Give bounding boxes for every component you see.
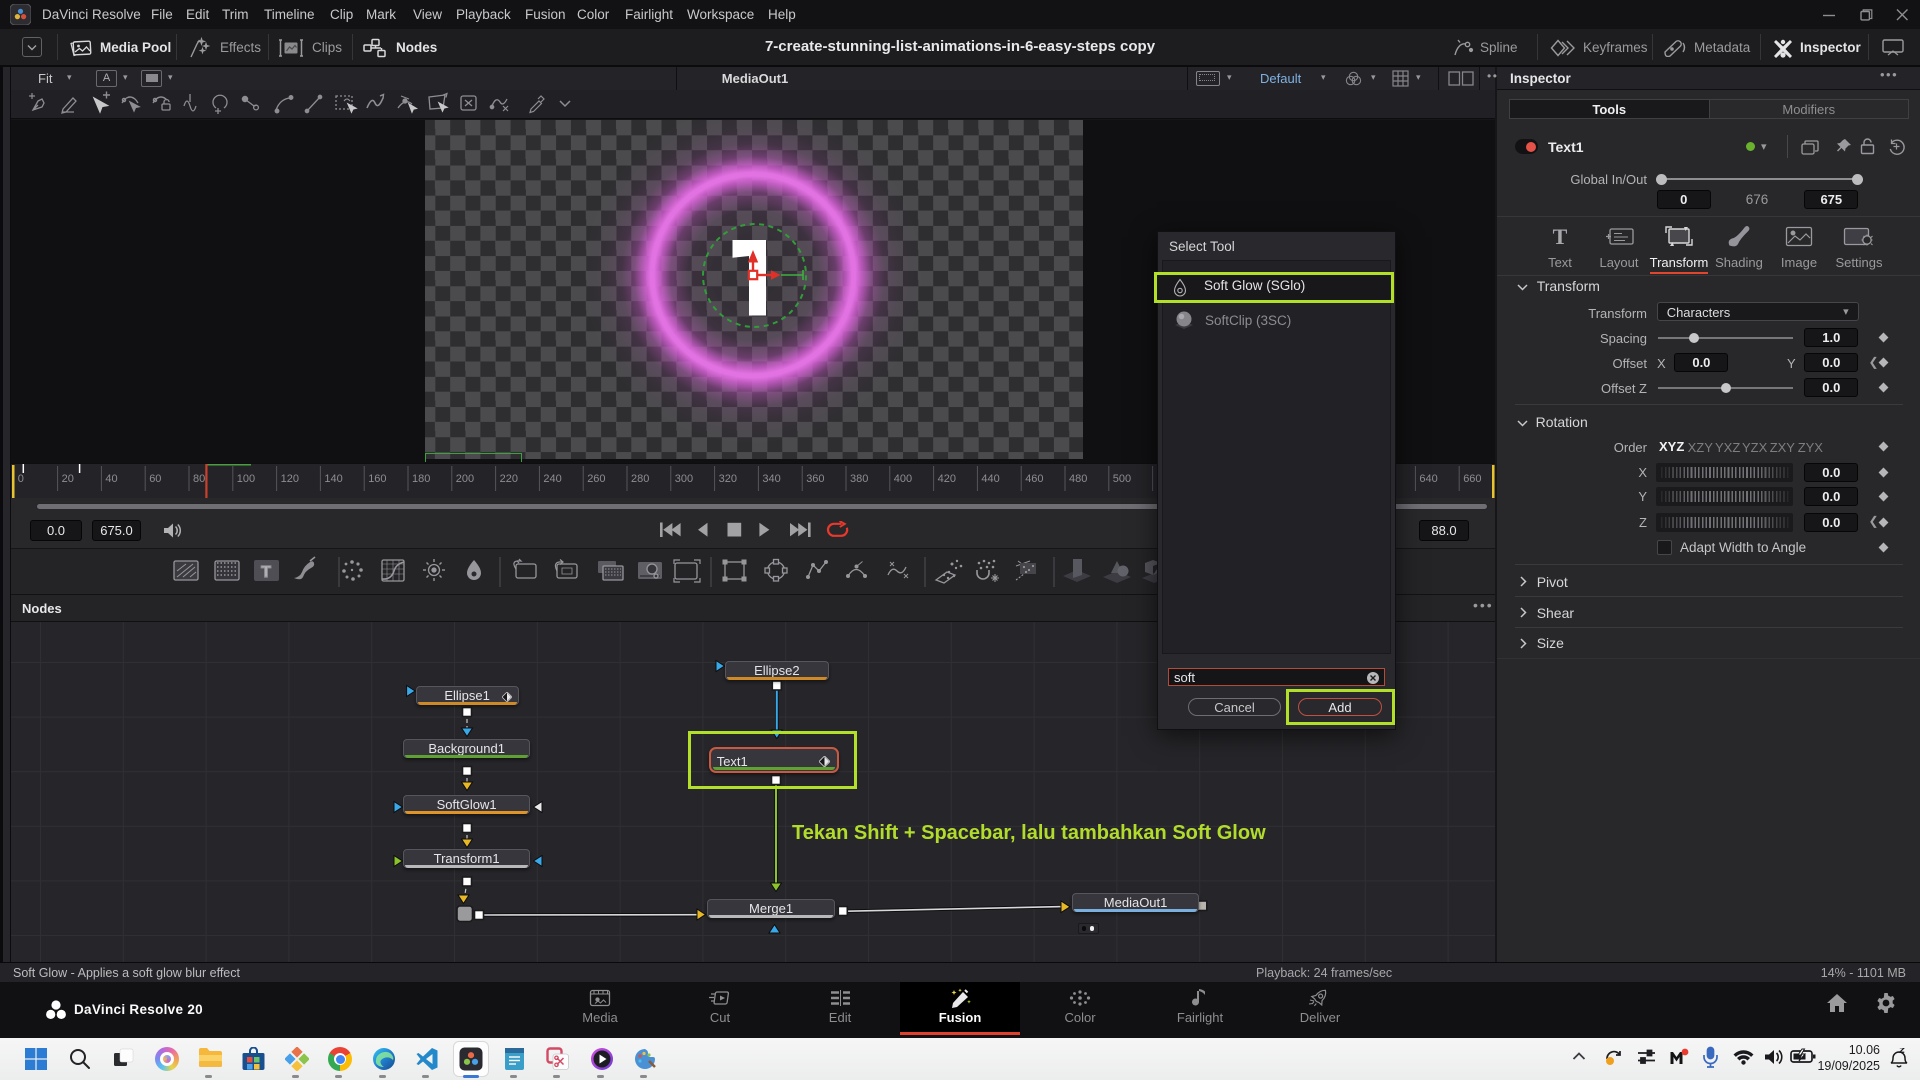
svg-text:340: 340 xyxy=(762,473,780,485)
svg-text:T: T xyxy=(261,564,271,581)
svg-text:80: 80 xyxy=(193,473,205,485)
svg-text:240: 240 xyxy=(543,473,561,485)
svg-text:640: 640 xyxy=(1419,473,1437,485)
svg-text:100: 100 xyxy=(237,473,255,485)
svg-text:120: 120 xyxy=(281,473,299,485)
svg-text:320: 320 xyxy=(719,473,737,485)
svg-text:40: 40 xyxy=(105,473,117,485)
svg-text:160: 160 xyxy=(368,473,386,485)
svg-text:200: 200 xyxy=(456,473,474,485)
svg-text:60: 60 xyxy=(149,473,161,485)
svg-text:140: 140 xyxy=(324,473,342,485)
svg-text:440: 440 xyxy=(981,473,999,485)
svg-text:280: 280 xyxy=(631,473,649,485)
svg-text:0: 0 xyxy=(18,473,24,485)
svg-text:220: 220 xyxy=(500,473,518,485)
svg-text:360: 360 xyxy=(806,473,824,485)
svg-text:380: 380 xyxy=(850,473,868,485)
svg-text:260: 260 xyxy=(587,473,605,485)
svg-text:460: 460 xyxy=(1025,473,1043,485)
svg-text:500: 500 xyxy=(1113,473,1131,485)
svg-text:400: 400 xyxy=(894,473,912,485)
svg-text:420: 420 xyxy=(938,473,956,485)
svg-text:660: 660 xyxy=(1463,473,1481,485)
svg-text:T: T xyxy=(1553,225,1568,247)
svg-text:300: 300 xyxy=(675,473,693,485)
svg-text:180: 180 xyxy=(412,473,430,485)
svg-text:20: 20 xyxy=(62,473,74,485)
svg-text:480: 480 xyxy=(1069,473,1087,485)
